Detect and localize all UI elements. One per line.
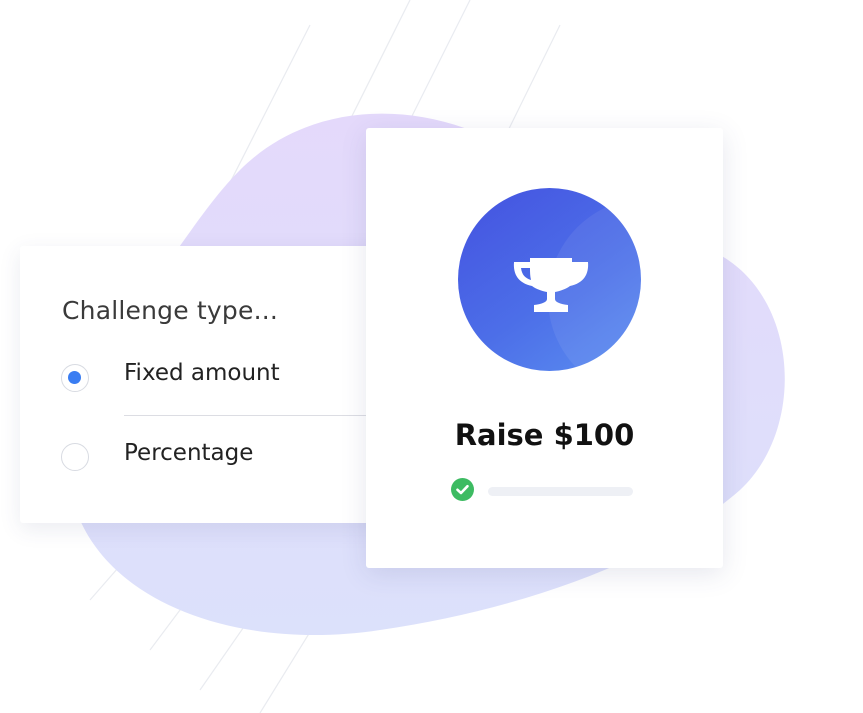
goal-card: Raise $100 — [366, 128, 723, 568]
goal-text: Raise $100 — [454, 418, 635, 452]
option-divider — [124, 415, 400, 416]
challenge-type-title: Challenge type... — [62, 296, 279, 325]
percentage-radio[interactable] — [61, 443, 89, 471]
challenge-type-card: Challenge type... Fixed amount Percentag… — [20, 246, 400, 523]
check-circle-icon — [451, 478, 474, 501]
trophy-icon — [513, 258, 589, 312]
goal-badge — [458, 188, 641, 371]
fixed-amount-radio[interactable] — [61, 364, 89, 392]
percentage-label[interactable]: Percentage — [124, 440, 253, 466]
goal-progress-bar — [488, 487, 633, 496]
fixed-amount-label[interactable]: Fixed amount — [124, 360, 280, 386]
